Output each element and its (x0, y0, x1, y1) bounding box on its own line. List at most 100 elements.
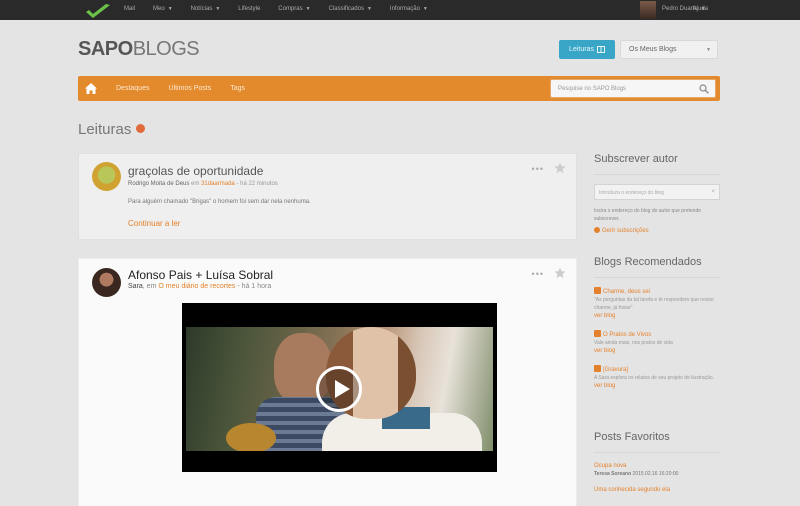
post-blog-link[interactable]: O meu diário de recortes (158, 283, 235, 290)
recommended-excerpt: A Sara explora os relatos de seu projeto… (594, 375, 715, 381)
chevron-down-icon: ▼ (215, 6, 221, 12)
sapo-logo-icon[interactable] (84, 3, 112, 19)
top-nav-item[interactable]: Lifestyle (238, 6, 260, 12)
recommended-item: Charme, deus sei "As perguntas da tal ta… (594, 287, 720, 320)
post-meta: Rodrigo Moita de Deus em 31daarmada - há… (128, 181, 278, 187)
chevron-down-icon: ▼ (366, 6, 372, 12)
top-nav-item[interactable]: Informação ▼ (390, 6, 428, 12)
recommended-item: [Gravura] A Sara explora os relatos de s… (594, 365, 720, 390)
top-nav-item[interactable]: Meo ▼ (153, 6, 173, 12)
favorite-title[interactable]: Uma conhecida segundo ela (594, 486, 720, 494)
leituras-button[interactable]: Leituras (559, 40, 615, 59)
recommended-excerpt: Vale ainda mais, nos pratos de vida (594, 340, 673, 346)
nav-destaques[interactable]: Destaques (116, 85, 149, 92)
top-nav-label: Notícias (190, 6, 213, 12)
favorite-author: Teresa Soreano (594, 471, 632, 477)
thumbnail-figure (226, 423, 276, 451)
home-icon[interactable] (85, 83, 97, 94)
brand-thin: BLOGS (132, 38, 200, 60)
star-icon[interactable] (554, 162, 566, 174)
chevron-down-icon: ▼ (706, 47, 711, 53)
recommended-excerpt: "As perguntas da tal tarefa e té respond… (594, 297, 714, 311)
search-icon[interactable] (699, 84, 709, 94)
divider (594, 452, 720, 453)
leituras-label: Leituras (569, 46, 594, 53)
see-blog-link[interactable]: ver blog (594, 382, 720, 390)
star-icon[interactable] (554, 267, 566, 279)
top-nav-item[interactable]: Notícias ▼ (191, 6, 221, 12)
top-nav-label: Compras (278, 6, 303, 12)
favorite-item: Ocupa nova Teresa Soreano 2015.02.16 16:… (594, 462, 720, 478)
post-author[interactable]: Rodrigo Moita de Deus (128, 181, 189, 187)
subscribe-url-input[interactable]: Introduza o endereço do blog × (594, 184, 720, 200)
see-blog-link[interactable]: ver blog (594, 312, 720, 320)
close-icon[interactable]: × (711, 189, 715, 195)
user-menu[interactable]: Pedro Duarte ▼ (662, 6, 706, 12)
nav-tags[interactable]: Tags (230, 85, 245, 92)
top-nav-item[interactable]: Classificados ▼ (329, 6, 372, 12)
recommended-name[interactable]: O Pratos de Vivos (603, 332, 651, 338)
bullet-icon (594, 227, 600, 233)
post-blog-link[interactable]: 31daarmada (201, 181, 235, 187)
subscribe-author-widget: Subscrever autor Introduza o endereço do… (594, 153, 720, 234)
search-placeholder: Pesquise no SAPO Blogs (558, 86, 627, 92)
subscribe-placeholder: Introduza o endereço do blog (599, 190, 665, 196)
continue-reading-link[interactable]: Continuar a ler (128, 219, 180, 228)
subscribe-help: Insira o endereço do blog do autor que p… (594, 208, 702, 222)
manage-subscriptions-label: Gerir subscrições (602, 228, 649, 234)
brand-bold: SAPO (78, 38, 133, 60)
more-options-icon[interactable]: ••• (532, 269, 544, 279)
top-nav-label: Mail (124, 6, 136, 12)
top-nav-item[interactable]: Mail (124, 6, 135, 12)
post-time: - há 1 hora (237, 283, 272, 290)
top-nav: Mail Meo ▼ Notícias ▼ Lifestyle Compras ▼ Classi… (124, 6, 428, 12)
more-options-icon[interactable]: ••• (532, 164, 544, 174)
manage-subscriptions-link[interactable]: Gerir subscrições (594, 227, 720, 234)
favorite-title[interactable]: Ocupa nova (594, 462, 720, 470)
divider (594, 277, 720, 278)
recommended-name[interactable]: Charme, deus sei (603, 289, 650, 295)
post-excerpt: Para alguém chamado "Brigas" o homem foi… (128, 199, 311, 205)
my-blogs-dropdown[interactable]: Os Meus Blogs ▼ (620, 40, 718, 59)
user-avatar[interactable] (640, 1, 656, 19)
favorite-posts-widget: Posts Favoritos Ocupa nova Teresa Sorean… (594, 431, 720, 502)
top-nav-item[interactable]: Compras ▼ (278, 6, 310, 12)
see-blog-link[interactable]: ver blog (594, 347, 720, 355)
nav-ultimos-posts[interactable]: Últimos Posts (168, 85, 211, 92)
top-nav-label: Lifestyle (238, 6, 261, 12)
chevron-down-icon: ▼ (422, 6, 428, 12)
info-dot-icon[interactable] (136, 124, 146, 133)
favorite-date: 2015.02.16 16:20:00 (632, 471, 679, 477)
post-title[interactable]: Afonso Pais + Luísa Sobral (128, 268, 273, 282)
book-icon (596, 46, 605, 53)
sapo-blogs-logo[interactable]: SAPOBLOGS (78, 38, 200, 61)
top-nav-label: Meo (153, 6, 165, 12)
play-icon[interactable] (316, 366, 362, 412)
author-avatar[interactable] (92, 162, 121, 191)
blog-icon (594, 287, 601, 294)
favorites-title: Posts Favoritos (594, 431, 670, 443)
main-nav: Destaques Últimos Posts Tags Pesquise no… (78, 76, 720, 101)
recommended-title: Blogs Recomendados (594, 256, 702, 268)
recommended-blogs-widget: Blogs Recomendados Charme, deus sei "As … (594, 256, 720, 400)
post-in: em (191, 181, 200, 187)
chevron-down-icon: ▼ (305, 6, 311, 12)
top-nav-label: Classificados (328, 6, 364, 12)
blog-icon (594, 365, 601, 372)
post-card: Afonso Pais + Luísa Sobral Sara, em O me… (78, 258, 577, 506)
post-meta: Sara, em O meu diário de recortes - há 1… (128, 283, 271, 290)
post-in: , em (142, 283, 157, 290)
blog-icon (594, 330, 601, 337)
chevron-down-icon: ▼ (167, 6, 173, 12)
divider (594, 174, 720, 175)
main-nav-menu: Destaques Últimos Posts Tags (116, 85, 245, 92)
chevron-down-icon: ▼ (700, 6, 706, 12)
post-author[interactable]: Sara (128, 283, 143, 290)
search-input[interactable]: Pesquise no SAPO Blogs (550, 79, 716, 98)
recommended-name[interactable]: [Gravura] (603, 367, 628, 373)
post-title[interactable]: graçolas de oportunidade (128, 164, 263, 178)
page-title-text: Leituras (78, 121, 132, 138)
user-name: Pedro Duarte (662, 6, 698, 12)
author-avatar[interactable] (92, 268, 121, 297)
video-player[interactable] (182, 303, 497, 472)
